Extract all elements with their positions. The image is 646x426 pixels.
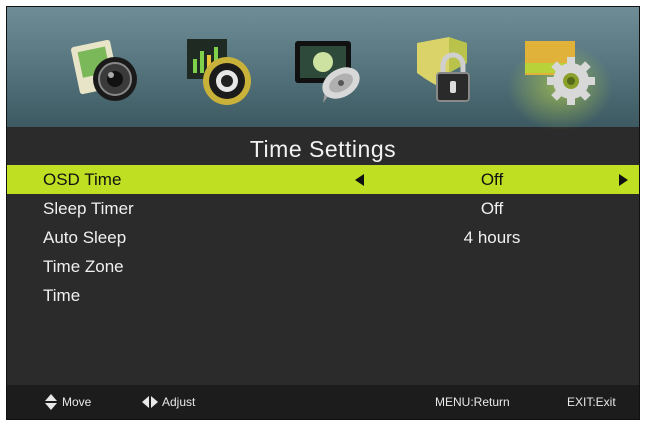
- lock-icon[interactable]: [409, 33, 487, 111]
- menu-return-hint: MENU:Return: [435, 385, 510, 419]
- arrow-right-icon[interactable]: [619, 174, 628, 186]
- menu-item-auto-sleep[interactable]: Auto Sleep 4 hours: [7, 223, 639, 252]
- up-down-arrows-icon: [45, 394, 57, 410]
- menu-item-label: Time Zone: [43, 257, 124, 276]
- picture-icon[interactable]: [69, 33, 147, 111]
- help-footer: Move Adjust MENU:Return EXIT:Exit: [7, 385, 639, 419]
- channel-icon[interactable]: [293, 33, 371, 111]
- setup-icon[interactable]: [507, 33, 613, 131]
- arrow-left-icon[interactable]: [355, 174, 364, 186]
- move-hint: Move: [45, 385, 91, 419]
- exit-label: EXIT:Exit: [567, 395, 616, 409]
- adjust-label: Adjust: [162, 395, 196, 409]
- menu-item-label: Time: [43, 286, 81, 305]
- adjust-hint: Adjust: [142, 385, 195, 419]
- menu-item-sleep-timer[interactable]: Sleep Timer Off: [7, 194, 639, 223]
- menu-item-label: OSD Time: [43, 170, 122, 189]
- menu-item-osd-time[interactable]: OSD Time Off: [7, 165, 639, 194]
- category-icon-bar: [7, 7, 639, 131]
- menu-item-label: Sleep Timer: [43, 199, 134, 218]
- page-title: Time Settings: [249, 136, 397, 162]
- menu-item-time[interactable]: Time: [7, 281, 639, 310]
- left-right-arrows-icon: [142, 396, 158, 408]
- menu-item-label: Auto Sleep: [43, 228, 127, 247]
- sound-icon[interactable]: [183, 33, 261, 111]
- menu-item-value: 4 hours: [463, 228, 521, 247]
- menu-return-label: MENU:Return: [435, 395, 510, 409]
- menu-item-time-zone[interactable]: Time Zone: [7, 252, 639, 281]
- exit-hint: EXIT:Exit: [567, 385, 616, 419]
- move-label: Move: [62, 395, 92, 409]
- menu-item-value: Off: [480, 170, 504, 189]
- settings-list: OSD Time Off Sleep Timer Off Auto Sleep …: [7, 165, 639, 310]
- osd-menu: Time Settings OSD Time Off Sleep Timer O…: [6, 6, 640, 420]
- menu-item-value: Off: [480, 199, 504, 218]
